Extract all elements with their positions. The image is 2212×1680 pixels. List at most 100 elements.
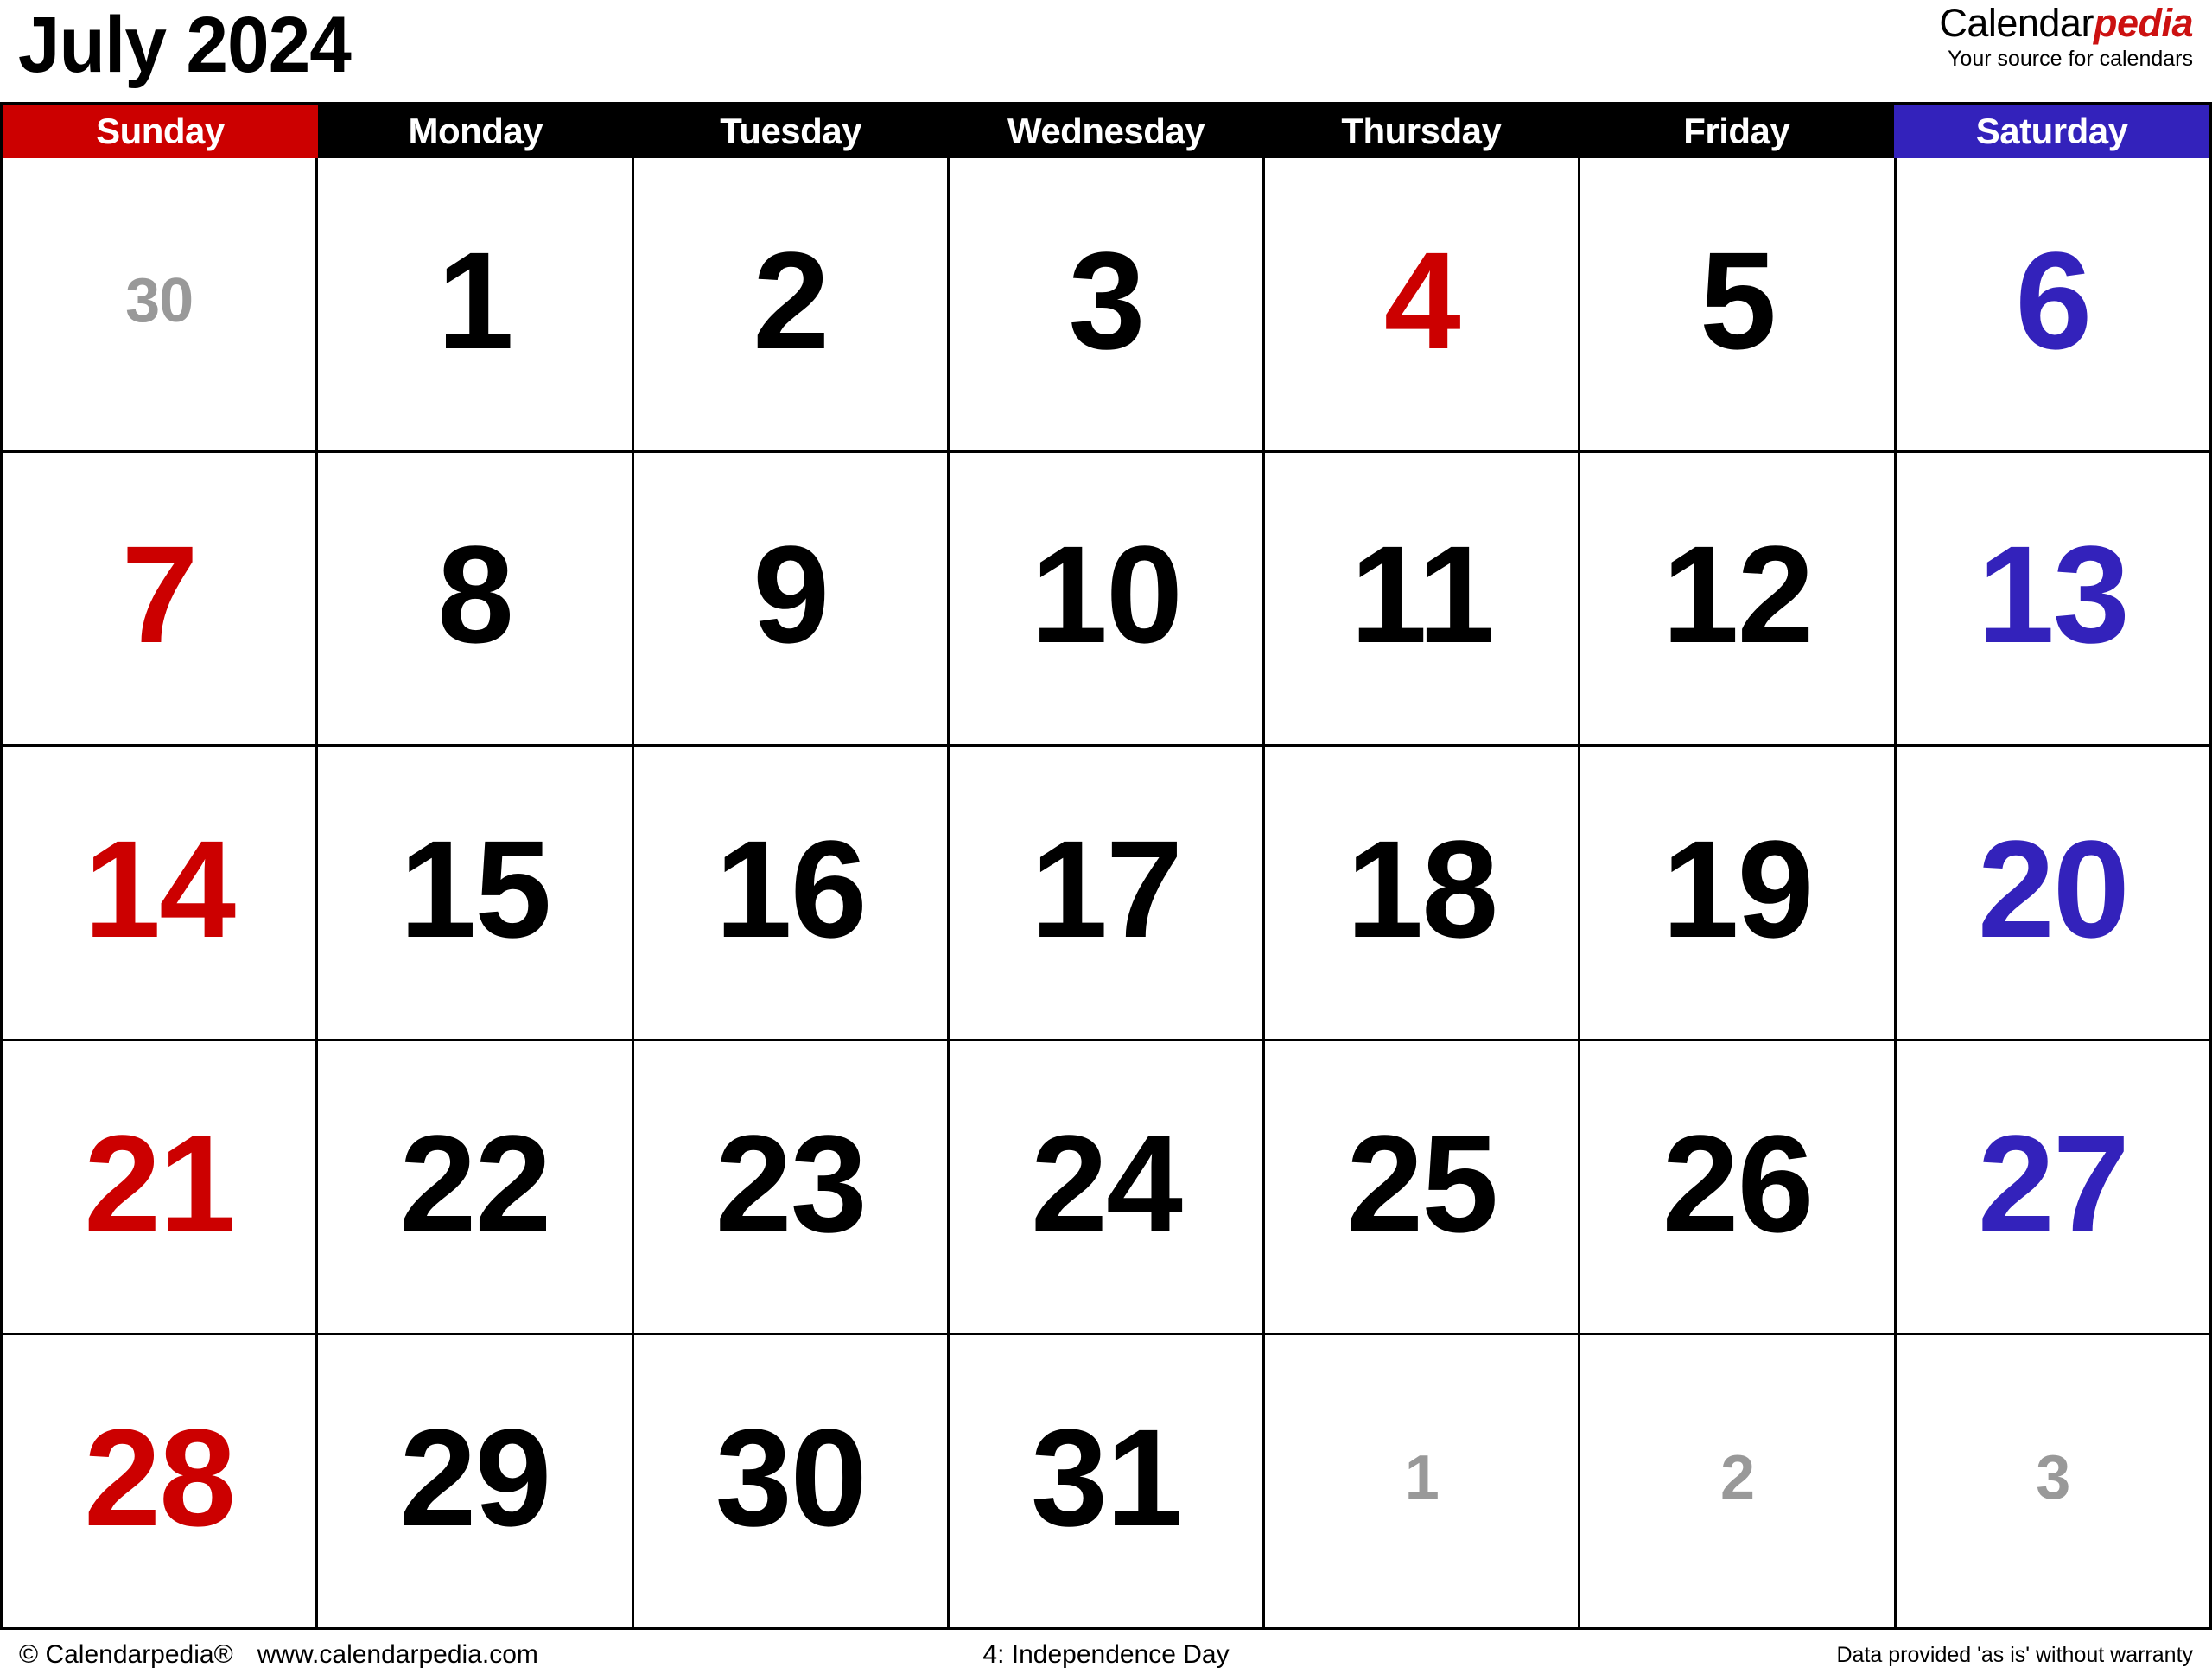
weekday-label: Monday <box>408 111 543 151</box>
day-number: 18 <box>1346 811 1498 966</box>
day-number: 27 <box>1977 1105 2130 1261</box>
calendar-day-cell[interactable]: 1 <box>1262 1335 1579 1627</box>
footer-holiday-note: 4: Independence Day <box>982 1640 1230 1669</box>
weekday-header-tuesday: Tuesday <box>632 105 949 158</box>
calendar-week-row: 7 8 9 10 11 12 13 <box>3 449 2209 745</box>
footer-copyright: © Calendarpedia® <box>19 1640 233 1669</box>
calendar-day-cell[interactable]: 11 <box>1262 452 1579 745</box>
day-number: 25 <box>1346 1105 1498 1261</box>
calendar-day-cell[interactable]: 15 <box>315 747 632 1039</box>
calendar-day-cell[interactable]: 12 <box>1578 452 1894 745</box>
day-number: 19 <box>1662 811 1815 966</box>
weekday-label: Thursday <box>1341 111 1502 151</box>
day-number: 22 <box>399 1105 551 1261</box>
day-number: 31 <box>1031 1400 1183 1556</box>
weekday-header-friday: Friday <box>1579 105 1895 158</box>
calendar-day-cell[interactable]: 9 <box>631 452 947 745</box>
weekday-label: Friday <box>1683 111 1790 151</box>
calendar-day-cell[interactable]: 3 <box>1893 1335 2209 1627</box>
calendar-day-cell[interactable]: 29 <box>315 1335 632 1627</box>
calendar-week-row: 21 22 23 24 25 26 27 <box>3 1038 2209 1333</box>
day-number: 17 <box>1031 811 1183 966</box>
brand-tagline: Your source for calendars <box>1948 47 2193 71</box>
day-number: 4 <box>1383 222 1461 378</box>
day-number: 2 <box>1720 1443 1755 1513</box>
calendar-day-cell[interactable]: 14 <box>3 747 316 1039</box>
day-number: 26 <box>1662 1105 1815 1261</box>
day-number: 11 <box>1350 517 1495 672</box>
calendar-day-cell[interactable]: 25 <box>1262 1040 1579 1333</box>
day-number: 6 <box>2015 222 2092 378</box>
day-number: 28 <box>84 1400 236 1556</box>
day-number: 13 <box>1977 517 2130 672</box>
calendar-day-cell[interactable]: 5 <box>1578 158 1894 450</box>
day-number: 1 <box>1404 1443 1440 1513</box>
calendar-grid: Sunday Monday Tuesday Wednesday Thursday… <box>0 102 2212 1630</box>
day-number: 10 <box>1031 517 1183 672</box>
weekday-header-saturday: Saturday <box>1894 105 2210 158</box>
weekday-header-thursday: Thursday <box>1263 105 1580 158</box>
calendar-day-cell[interactable]: 1 <box>315 158 632 450</box>
day-number: 3 <box>2036 1443 2070 1513</box>
calendar-day-cell[interactable]: 30 <box>3 158 316 450</box>
calendar-day-cell[interactable]: 18 <box>1262 747 1579 1039</box>
calendar-week-row: 30 1 2 3 4 5 6 <box>3 158 2209 450</box>
day-number: 5 <box>1700 222 1777 378</box>
calendar-day-cell[interactable]: 19 <box>1578 747 1894 1039</box>
calendar-day-cell[interactable]: 17 <box>946 747 1263 1039</box>
weekday-label: Tuesday <box>720 111 862 151</box>
calendar-day-cell[interactable]: 3 <box>946 158 1263 450</box>
weekday-header-wednesday: Wednesday <box>948 105 1264 158</box>
page-footer: © Calendarpedia® www.calendarpedia.com 4:… <box>0 1630 2212 1680</box>
day-number: 21 <box>84 1105 236 1261</box>
day-number: 20 <box>1977 811 2130 966</box>
calendar-day-cell[interactable]: 26 <box>1578 1040 1894 1333</box>
day-number: 16 <box>715 811 868 966</box>
day-number: 1 <box>436 222 514 378</box>
weekday-header-sunday: Sunday <box>3 105 318 158</box>
brand-name-red: pedia <box>2093 1 2194 45</box>
calendarpedia-logo[interactable]: Calendarpedia Your source for calendars <box>1939 0 2212 70</box>
calendar-day-cell[interactable]: 20 <box>1893 747 2209 1039</box>
calendar-day-cell[interactable]: 21 <box>3 1040 316 1333</box>
day-number: 24 <box>1031 1105 1183 1261</box>
calendar-day-cell[interactable]: 13 <box>1893 452 2209 745</box>
calendar-weeks: 30 1 2 3 4 5 6 7 8 9 10 11 12 13 14 15 16 17 18 19 20 21 22 23 2… <box>3 158 2209 1627</box>
weekday-header-row: Sunday Monday Tuesday Wednesday Thursday… <box>3 105 2210 158</box>
weekday-header-monday: Monday <box>317 105 633 158</box>
calendar-day-cell[interactable]: 27 <box>1893 1040 2209 1333</box>
calendar-day-cell[interactable]: 10 <box>946 452 1263 745</box>
day-number: 29 <box>399 1400 551 1556</box>
day-number: 15 <box>399 811 551 966</box>
footer-copyright-block: © Calendarpedia® www.calendarpedia.com <box>19 1640 744 1670</box>
calendar-day-cell[interactable]: 6 <box>1893 158 2209 450</box>
calendar-day-cell[interactable]: 4 <box>1262 158 1579 450</box>
day-number: 9 <box>753 517 830 672</box>
calendar-day-cell[interactable]: 16 <box>631 747 947 1039</box>
day-number: 3 <box>1068 222 1145 378</box>
calendar-day-cell[interactable]: 28 <box>3 1335 316 1627</box>
day-number: 23 <box>715 1105 868 1261</box>
day-number: 30 <box>715 1400 868 1556</box>
calendar-day-cell[interactable]: 22 <box>315 1040 632 1333</box>
calendar-page: July 2024 Calendarpedia Your source for … <box>0 0 2212 1680</box>
calendar-day-cell[interactable]: 8 <box>315 452 632 745</box>
footer-disclaimer: Data provided 'as is' without warranty <box>1836 1642 2194 1667</box>
calendar-week-row: 14 15 16 17 18 19 20 <box>3 744 2209 1039</box>
weekday-label: Sunday <box>96 111 225 151</box>
calendar-day-cell[interactable]: 7 <box>3 452 316 745</box>
page-title: July 2024 <box>17 1 352 89</box>
calendar-day-cell[interactable]: 2 <box>1578 1335 1894 1627</box>
calendar-day-cell[interactable]: 30 <box>631 1335 947 1627</box>
page-header: July 2024 Calendarpedia Your source for … <box>0 0 2212 102</box>
calendar-day-cell[interactable]: 23 <box>631 1040 947 1333</box>
day-number: 2 <box>753 222 830 378</box>
calendar-day-cell[interactable]: 24 <box>946 1040 1263 1333</box>
calendar-day-cell[interactable]: 31 <box>946 1335 1263 1627</box>
brand-name-black: Calendar <box>1939 1 2094 45</box>
day-number: 30 <box>125 265 194 335</box>
calendar-day-cell[interactable]: 2 <box>631 158 947 450</box>
calendar-week-row: 28 29 30 31 1 2 3 <box>3 1333 2209 1627</box>
day-number: 8 <box>436 517 514 672</box>
footer-website-link[interactable]: www.calendarpedia.com <box>257 1640 538 1669</box>
